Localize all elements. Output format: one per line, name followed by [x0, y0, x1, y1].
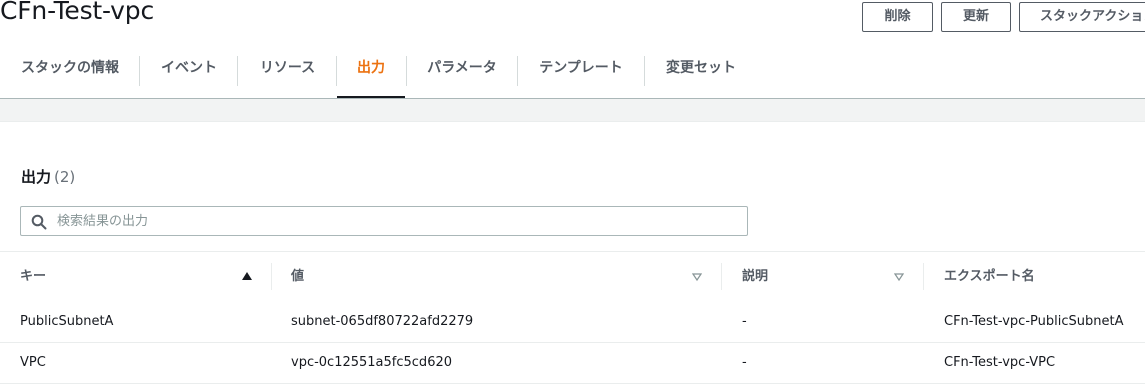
tab-divider: [237, 56, 238, 86]
search-input[interactable]: [57, 207, 737, 235]
tab-resources[interactable]: リソース: [240, 42, 335, 98]
column-header-value[interactable]: 値: [291, 252, 304, 302]
sort-caret-icon[interactable]: [692, 272, 702, 282]
table-header: キー 値 説明 エクスポート名: [0, 251, 1145, 303]
search-icon: [31, 214, 47, 230]
tab-parameters[interactable]: パラメータ: [408, 42, 516, 98]
tab-divider: [406, 56, 407, 86]
cell-value: subnet-065df80722afd2279: [291, 314, 474, 329]
delete-button[interactable]: 削除: [862, 2, 933, 32]
outputs-heading: 出力 (2): [21, 166, 75, 187]
column-divider[interactable]: [923, 263, 924, 290]
cell-value: vpc-0c12551a5fc5cd620: [291, 355, 453, 370]
tab-divider: [517, 56, 518, 86]
cell-export-name: CFn-Test-vpc-PublicSubnetA: [944, 314, 1124, 329]
content-panel: 出力(2) キー 値 説明 エクスポート名 PublicSubnetA subn…: [0, 99, 1145, 384]
tab-divider: [139, 56, 140, 86]
tab-divider: [644, 56, 645, 86]
table-row: VPC vpc-0c12551a5fc5cd620 - CFn-Test-vpc…: [0, 343, 1145, 384]
tab-change-sets[interactable]: 変更セット: [646, 42, 756, 98]
sort-caret-icon[interactable]: [894, 272, 904, 282]
column-header-key[interactable]: キー: [20, 252, 46, 302]
cell-key: PublicSubnetA: [20, 314, 114, 329]
cell-key: VPC: [20, 355, 46, 370]
search-box[interactable]: [20, 206, 748, 236]
column-header-description[interactable]: 説明: [742, 252, 768, 302]
column-divider[interactable]: [721, 263, 722, 290]
sort-ascending-icon[interactable]: [242, 272, 252, 280]
tab-events[interactable]: イベント: [142, 42, 236, 98]
cell-export-name: CFn-Test-vpc-VPC: [944, 355, 1056, 370]
cell-description: -: [742, 355, 747, 370]
column-divider[interactable]: [271, 263, 272, 290]
table-row: PublicSubnetA subnet-065df80722afd2279 -…: [0, 302, 1145, 343]
cell-description: -: [742, 314, 747, 329]
stack-title: CFn-Test-vpc: [0, 0, 154, 25]
stack-actions-button[interactable]: スタックアクション: [1019, 2, 1145, 32]
column-header-export-name[interactable]: エクスポート名: [944, 252, 1035, 302]
tab-stack-info[interactable]: スタックの情報: [2, 42, 138, 98]
tab-template[interactable]: テンプレート: [519, 42, 643, 98]
outputs-count: (2): [54, 168, 76, 186]
tab-outputs[interactable]: 出力: [337, 42, 405, 98]
tab-bar: スタックの情報 イベント リソース 出力 パラメータ テンプレート 変更セット: [0, 42, 1145, 98]
outputs-card: 出力(2) キー 値 説明 エクスポート名 PublicSubnetA subn…: [0, 121, 1145, 384]
update-button[interactable]: 更新: [941, 2, 1011, 32]
outputs-title: 出力: [21, 168, 52, 186]
